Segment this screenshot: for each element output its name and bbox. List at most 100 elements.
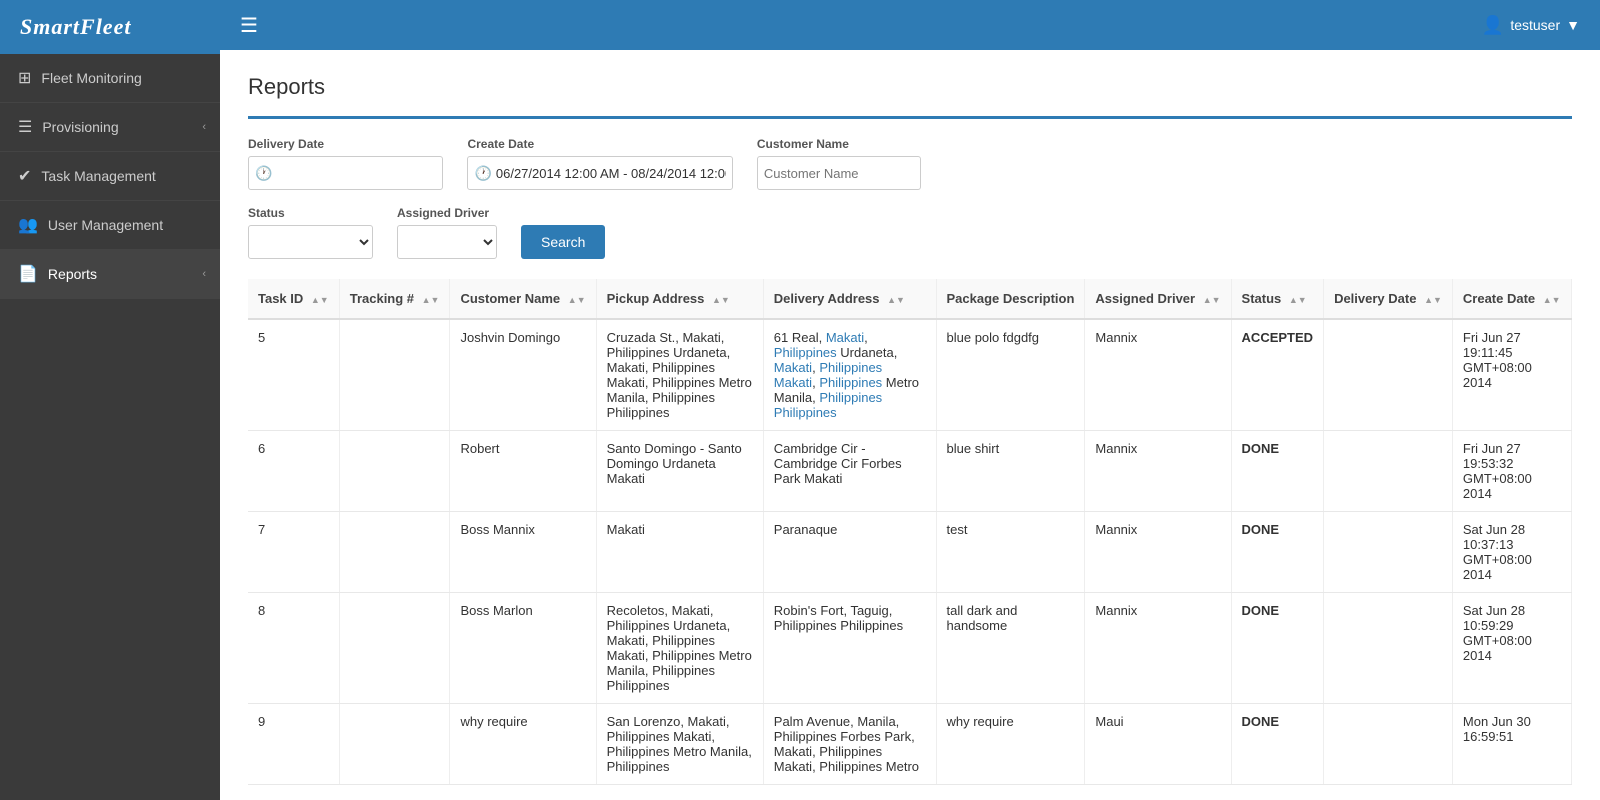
col-header-status[interactable]: Status ▲▼	[1231, 279, 1324, 319]
cell-pickup: San Lorenzo, Makati, Philippines Makati,…	[596, 704, 763, 785]
cell-pickup: Recoletos, Makati, Philippines Urdaneta,…	[596, 593, 763, 704]
cell-driver: Mannix	[1085, 512, 1231, 593]
hamburger-button[interactable]: ☰	[240, 13, 258, 38]
user-dropdown-arrow: ▼	[1566, 17, 1580, 33]
sidebar-item-task-management[interactable]: ✔ Task Management	[0, 152, 220, 201]
sort-icon: ▲▼	[1424, 295, 1442, 305]
create-date-input-wrap: 🕐	[467, 156, 732, 190]
sidebar-item-label: User Management	[48, 217, 163, 233]
cell-package: tall dark and handsome	[936, 593, 1085, 704]
cell-customer: why require	[450, 704, 596, 785]
cell-status: DONE	[1231, 704, 1324, 785]
user-menu[interactable]: 👤 testuser ▼	[1482, 15, 1580, 36]
cell-driver: Mannix	[1085, 593, 1231, 704]
content-area: Reports Delivery Date 🕐 Create Date 🕐	[220, 50, 1600, 800]
col-header-customer[interactable]: Customer Name ▲▼	[450, 279, 596, 319]
cell-delivery[interactable]: 61 Real, Makati, Philippines Urdaneta, M…	[763, 319, 936, 431]
col-header-delivery-date[interactable]: Delivery Date ▲▼	[1324, 279, 1453, 319]
app-logo: SmartFleet	[0, 0, 220, 54]
cell-task-id: 6	[248, 431, 339, 512]
cell-customer: Robert	[450, 431, 596, 512]
user-management-icon: 👥	[18, 215, 38, 235]
filter-row-1: Delivery Date 🕐 Create Date 🕐 Customer N…	[248, 137, 1572, 190]
task-management-icon: ✔	[18, 166, 31, 186]
sidebar-item-label: Provisioning	[42, 119, 118, 135]
page-title: Reports	[248, 74, 1572, 100]
cell-tracking	[339, 431, 450, 512]
col-header-create-date[interactable]: Create Date ▲▼	[1452, 279, 1571, 319]
customer-name-filter: Customer Name	[757, 137, 921, 190]
table-row: 8 Boss MarlonRecoletos, Makati, Philippin…	[248, 593, 1572, 704]
cell-package: blue polo fdgdfg	[936, 319, 1085, 431]
sidebar-item-provisioning[interactable]: ☰ Provisioning ‹	[0, 103, 220, 152]
cell-tracking	[339, 593, 450, 704]
col-header-driver[interactable]: Assigned Driver ▲▼	[1085, 279, 1231, 319]
sidebar-item-label: Fleet Monitoring	[41, 70, 141, 86]
table-row: 5Joshvin DomingoCruzada St., Makati, Phi…	[248, 319, 1572, 431]
cell-pickup: Cruzada St., Makati, Philippines Urdanet…	[596, 319, 763, 431]
cell-package: blue shirt	[936, 431, 1085, 512]
sort-icon: ▲▼	[422, 295, 440, 305]
search-action: Search	[521, 225, 605, 259]
col-header-tracking[interactable]: Tracking # ▲▼	[339, 279, 450, 319]
status-label: Status	[248, 206, 373, 220]
cell-task-id: 9	[248, 704, 339, 785]
table-row: 6RobertSanto Domingo - Santo Domingo Urd…	[248, 431, 1572, 512]
cell-tracking	[339, 512, 450, 593]
col-header-delivery[interactable]: Delivery Address ▲▼	[763, 279, 936, 319]
assigned-driver-filter: Assigned Driver Mannix Maui	[397, 206, 497, 259]
status-filter: Status ACCEPTED DONE PENDING	[248, 206, 373, 259]
col-header-package: Package Description	[936, 279, 1085, 319]
cell-delivery: Palm Avenue, Manila, Philippines Forbes …	[763, 704, 936, 785]
sort-icon: ▲▼	[311, 295, 329, 305]
cell-status: ACCEPTED	[1231, 319, 1324, 431]
cell-create-date: Mon Jun 30 16:59:51	[1452, 704, 1571, 785]
cell-status: DONE	[1231, 431, 1324, 512]
user-icon: 👤	[1482, 15, 1504, 36]
sidebar-item-user-management[interactable]: 👥 User Management	[0, 201, 220, 250]
cell-task-id: 8	[248, 593, 339, 704]
delivery-date-filter: Delivery Date 🕐	[248, 137, 443, 190]
cell-delivery-date	[1324, 319, 1453, 431]
delivery-date-input[interactable]	[276, 166, 436, 181]
sort-icon: ▲▼	[1289, 295, 1307, 305]
cell-create-date: Sat Jun 28 10:37:13 GMT+08:00 2014	[1452, 512, 1571, 593]
search-button[interactable]: Search	[521, 225, 605, 259]
delivery-date-label: Delivery Date	[248, 137, 443, 151]
col-header-pickup[interactable]: Pickup Address ▲▼	[596, 279, 763, 319]
create-date-input[interactable]	[496, 166, 726, 181]
assigned-driver-select[interactable]: Mannix Maui	[397, 225, 497, 259]
cell-delivery-date	[1324, 593, 1453, 704]
sidebar: SmartFleet ⊞ Fleet Monitoring ☰ Provisio…	[0, 0, 220, 800]
report-table: Task ID ▲▼ Tracking # ▲▼ Customer Name ▲…	[248, 279, 1572, 785]
sort-icon: ▲▼	[887, 295, 905, 305]
cell-pickup: Makati	[596, 512, 763, 593]
sort-icon: ▲▼	[712, 295, 730, 305]
cell-customer: Boss Mannix	[450, 512, 596, 593]
sidebar-item-label: Task Management	[41, 168, 155, 184]
cell-driver: Mannix	[1085, 319, 1231, 431]
table-body: 5Joshvin DomingoCruzada St., Makati, Phi…	[248, 319, 1572, 785]
cell-status: DONE	[1231, 593, 1324, 704]
cell-delivery-date	[1324, 431, 1453, 512]
cell-customer: Joshvin Domingo	[450, 319, 596, 431]
topbar: ☰ 👤 testuser ▼	[220, 0, 1600, 50]
customer-name-input[interactable]	[764, 166, 914, 181]
cell-tracking	[339, 704, 450, 785]
table-header-row: Task ID ▲▼ Tracking # ▲▼ Customer Name ▲…	[248, 279, 1572, 319]
cell-customer: Boss Marlon	[450, 593, 596, 704]
cell-create-date: Sat Jun 28 10:59:29 GMT+08:00 2014	[1452, 593, 1571, 704]
cell-create-date: Fri Jun 27 19:53:32 GMT+08:00 2014	[1452, 431, 1571, 512]
cell-package: test	[936, 512, 1085, 593]
cell-driver: Mannix	[1085, 431, 1231, 512]
status-select[interactable]: ACCEPTED DONE PENDING	[248, 225, 373, 259]
sort-icon: ▲▼	[1203, 295, 1221, 305]
sidebar-item-reports[interactable]: 📄 Reports ‹	[0, 250, 220, 299]
main-area: ☰ 👤 testuser ▼ Reports Delivery Date 🕐 C…	[220, 0, 1600, 800]
filter-row-2: Status ACCEPTED DONE PENDING Assigned Dr…	[248, 206, 1572, 259]
fleet-monitoring-icon: ⊞	[18, 68, 31, 88]
col-header-task-id[interactable]: Task ID ▲▼	[248, 279, 339, 319]
sidebar-item-fleet-monitoring[interactable]: ⊞ Fleet Monitoring	[0, 54, 220, 103]
sort-icon: ▲▼	[1543, 295, 1561, 305]
cell-status: DONE	[1231, 512, 1324, 593]
